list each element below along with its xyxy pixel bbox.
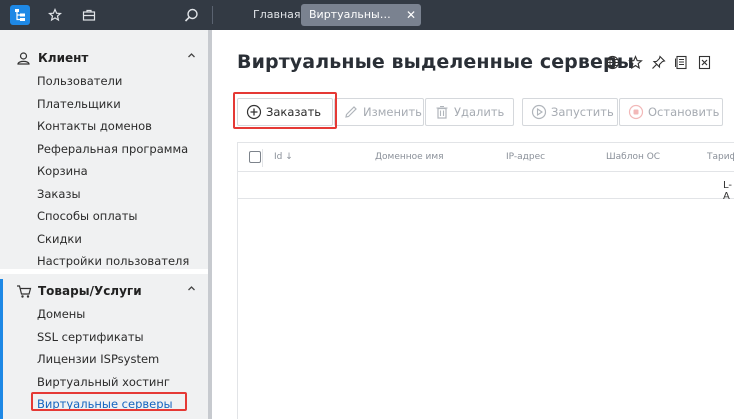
- column-header-id-label: Id: [274, 152, 283, 162]
- header-divider: [262, 149, 263, 167]
- tab-home-label: Главная: [253, 8, 301, 21]
- sidebar-group-products-header[interactable]: Товары/Услуги: [0, 279, 208, 303]
- sidebar-item-cart[interactable]: Корзина: [0, 160, 208, 183]
- star-icon[interactable]: [627, 54, 644, 71]
- favorites-star-icon[interactable]: [45, 5, 65, 25]
- edit-button[interactable]: Изменить: [334, 98, 424, 126]
- sidebar-item-payers[interactable]: Плательщики: [0, 93, 208, 116]
- sidebar-item-discounts[interactable]: Скидки: [0, 228, 208, 251]
- person-icon: [16, 50, 32, 66]
- sidebar-item-domain-contacts[interactable]: Контакты доменов: [0, 115, 208, 138]
- sidebar-group-client: Клиент Пользователи Плательщики Контакты…: [0, 46, 208, 273]
- tab-home[interactable]: Главная: [245, 4, 309, 26]
- sidebar-scrollbar[interactable]: [208, 30, 212, 419]
- menu-tree-icon[interactable]: [10, 5, 30, 25]
- sidebar-item-payment-methods[interactable]: Способы оплаты: [0, 205, 208, 228]
- sidebar-item-users[interactable]: Пользователи: [0, 70, 208, 93]
- tab-vps-label: Виртуальные выделенные серверы: [309, 8, 397, 21]
- stop-button[interactable]: Остановить: [619, 98, 723, 126]
- tab-close-icon[interactable]: ✕: [406, 4, 416, 26]
- sidebar-group-products-title: Товары/Услуги: [38, 284, 142, 298]
- delete-button[interactable]: Удалить: [425, 98, 514, 126]
- column-header-id[interactable]: Id ↓: [274, 152, 293, 162]
- sidebar-item-ispsystem-licenses[interactable]: Лицензии ISPsystem: [0, 348, 208, 371]
- start-button-label: Запустить: [551, 105, 614, 119]
- edit-button-label: Изменить: [363, 105, 422, 119]
- sidebar-item-shared-hosting[interactable]: Виртуальный хостинг: [0, 371, 208, 394]
- search-icon[interactable]: [181, 5, 201, 25]
- highlight-box-order-button: [233, 92, 337, 129]
- tab-vps[interactable]: Виртуальные выделенные серверы ✕: [301, 4, 421, 26]
- sort-arrow-icon: ↓: [285, 152, 293, 162]
- sidebar-group-client-header[interactable]: Клиент: [0, 46, 208, 70]
- sidebar-item-orders[interactable]: Заказы: [0, 183, 208, 206]
- sidebar-item-referral[interactable]: Реферальная программа: [0, 138, 208, 161]
- column-header-tariff[interactable]: Тариф: [707, 152, 734, 162]
- servers-table: Id ↓ Доменное имя IP-адрес Шаблон ОС Тар…: [237, 142, 734, 419]
- document-icon[interactable]: [673, 54, 690, 71]
- cart-icon: [16, 283, 32, 299]
- table-row[interactable]: L-A: [238, 172, 734, 202]
- select-all-checkbox[interactable]: [249, 151, 261, 163]
- top-bar: Главная Виртуальные выделенные серверы ✕: [0, 0, 734, 30]
- table-header: Id ↓ Доменное имя IP-адрес Шаблон ОС Тар…: [238, 142, 734, 172]
- title-actions: [604, 54, 713, 71]
- briefcase-icon[interactable]: [79, 5, 99, 25]
- page-title: Виртуальные выделенные серверы: [237, 51, 634, 73]
- sidebar-item-ssl[interactable]: SSL сертификаты: [0, 326, 208, 349]
- sidebar-divider: [0, 269, 208, 274]
- play-circle-icon: [531, 104, 547, 120]
- globe-icon[interactable]: [604, 54, 621, 71]
- topbar-divider: [212, 6, 213, 24]
- start-button[interactable]: Запустить: [522, 98, 618, 126]
- delete-button-label: Удалить: [454, 105, 505, 119]
- export-excel-icon[interactable]: [696, 54, 713, 71]
- sidebar-group-client-title: Клиент: [38, 51, 89, 65]
- column-header-domain[interactable]: Доменное имя: [375, 152, 444, 162]
- chevron-up-icon[interactable]: [187, 50, 196, 63]
- sidebar-item-domains[interactable]: Домены: [0, 303, 208, 326]
- column-header-ip[interactable]: IP-адрес: [506, 152, 545, 162]
- table-cell-tariff: L-A: [723, 180, 733, 202]
- highlight-box-virtual-servers: [31, 392, 187, 411]
- trash-icon: [434, 104, 450, 120]
- pencil-icon: [343, 104, 359, 120]
- column-header-os-template[interactable]: Шаблон ОС: [606, 152, 660, 162]
- chevron-up-icon[interactable]: [187, 283, 196, 296]
- pin-icon[interactable]: [650, 54, 667, 71]
- stop-button-label: Остановить: [648, 105, 720, 119]
- stop-circle-icon: [628, 104, 644, 120]
